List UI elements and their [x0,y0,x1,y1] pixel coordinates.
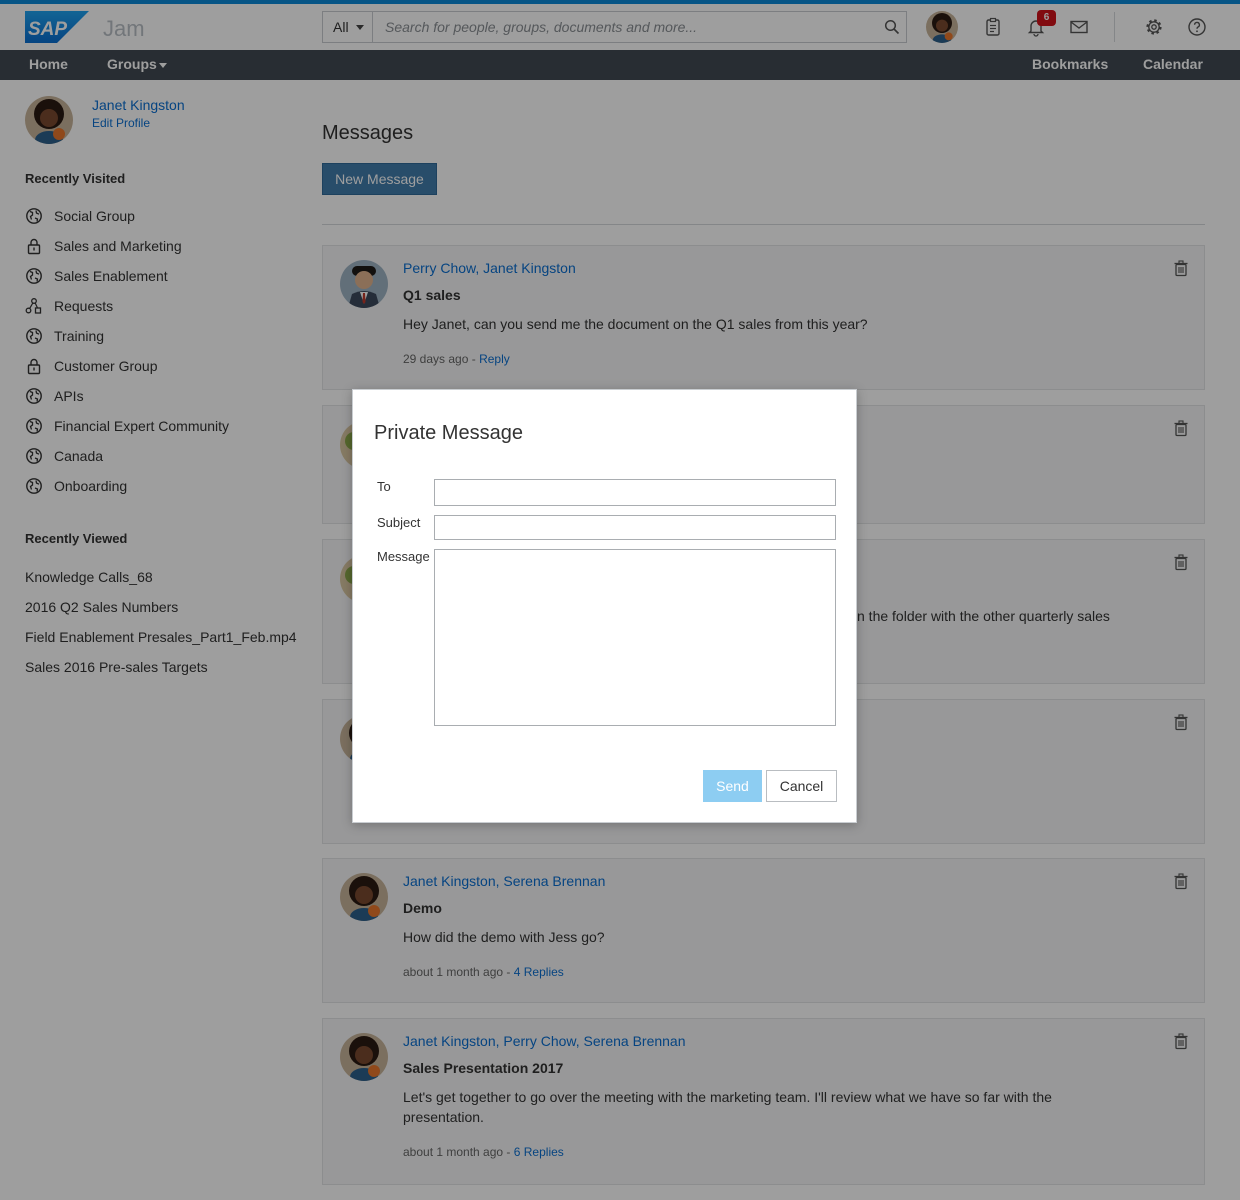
send-button[interactable]: Send [703,770,762,802]
subject-field[interactable] [434,515,836,540]
subject-label: Subject [377,515,421,530]
message-label: Message [377,549,430,564]
message-textarea[interactable] [434,549,836,726]
to-field[interactable] [434,479,836,506]
cancel-button[interactable]: Cancel [766,770,837,802]
modal-overlay-top[interactable] [0,0,1240,80]
private-message-dialog: Private Message To Subject Message Send … [352,389,857,823]
to-label: To [377,479,391,494]
dialog-title: Private Message [374,422,523,444]
